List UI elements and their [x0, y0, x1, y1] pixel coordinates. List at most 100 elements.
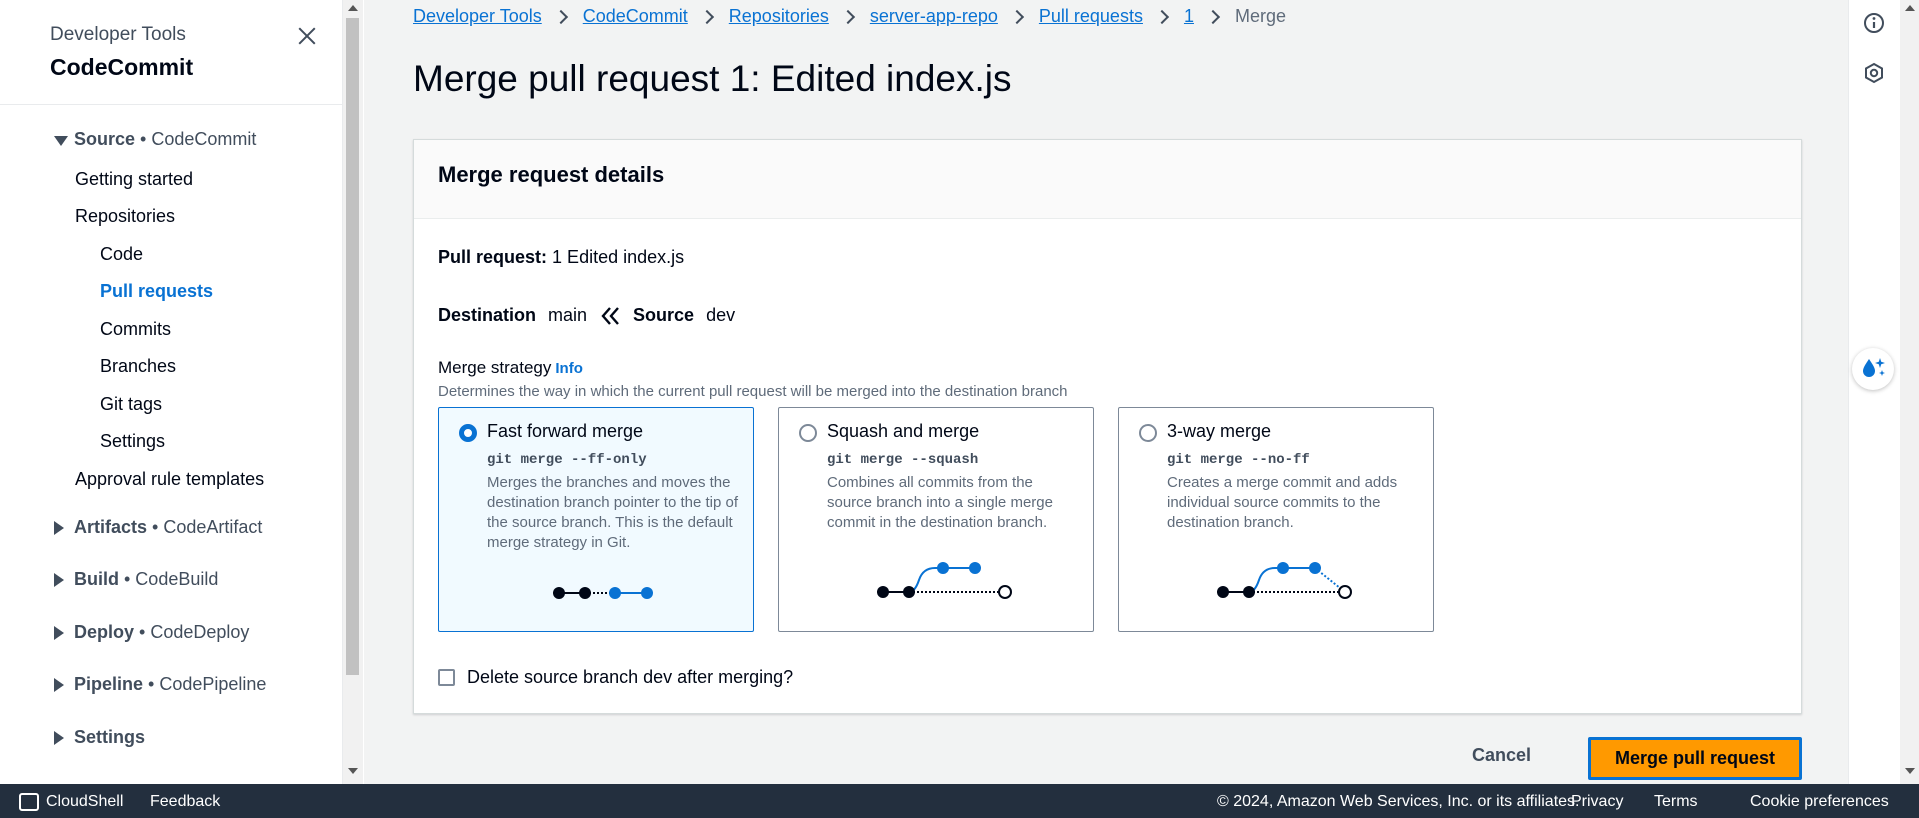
- merge-strategy-text: Merge strategy: [438, 358, 552, 377]
- radio-3way[interactable]: [1139, 424, 1157, 442]
- caret-right-icon: [54, 678, 64, 692]
- cancel-button[interactable]: Cancel: [1472, 745, 1531, 766]
- merge-details-container: Merge request details Pull request: 1 Ed…: [413, 139, 1802, 714]
- sidebar-scrollbar[interactable]: [343, 0, 363, 784]
- nav-section-label: Source: [74, 129, 136, 149]
- breadcrumb-pull-request-1[interactable]: 1: [1184, 6, 1194, 27]
- sidebar-item-settings[interactable]: Settings: [100, 431, 165, 452]
- strategy-tile-fast-forward[interactable]: Fast forward merge git merge --ff-only M…: [438, 407, 754, 632]
- pull-request-row: Pull request: 1 Edited index.js: [438, 247, 684, 268]
- feedback-link[interactable]: Feedback: [150, 793, 220, 811]
- strategy-tile-squash[interactable]: Squash and merge git merge --squash Comb…: [778, 407, 1094, 632]
- strategy-label: Fast forward merge: [487, 421, 644, 441]
- nav-section-deploy[interactable]: Deploy • CodeDeploy: [54, 622, 249, 643]
- privacy-link[interactable]: Privacy: [1571, 793, 1623, 811]
- chevron-right-icon: [1154, 9, 1170, 24]
- sidebar-item-approval-rule-templates[interactable]: Approval rule templates: [75, 469, 264, 490]
- radio-fast-forward[interactable]: [459, 424, 477, 442]
- chevron-right-icon: [840, 9, 855, 24]
- caret-right-icon: [54, 731, 64, 745]
- sidebar-item-branches[interactable]: Branches: [100, 356, 176, 377]
- merge-strategy-description: Determines the way in which the current …: [438, 383, 1068, 400]
- breadcrumb-pull-requests[interactable]: Pull requests: [1039, 6, 1143, 27]
- info-link[interactable]: Info: [555, 360, 583, 377]
- nav-section-source[interactable]: Source • CodeCommit: [54, 129, 257, 150]
- pull-request-label: Pull request:: [438, 247, 548, 267]
- scroll-down-arrow-icon[interactable]: [348, 768, 358, 774]
- cloudshell-link[interactable]: CloudShell: [46, 793, 123, 811]
- caret-right-icon: [54, 521, 64, 535]
- pull-request-value: 1 Edited index.js: [552, 247, 685, 267]
- three-way-merge-diagram-icon: [1217, 562, 1352, 599]
- nav-section-suffix: • CodeBuild: [119, 569, 219, 589]
- nav-section-label: Pipeline: [74, 674, 144, 694]
- branch-row: Destination main Source dev: [438, 305, 735, 326]
- strategy-label: Squash and merge: [827, 421, 980, 441]
- strategy-description: Creates a merge commit and adds individu…: [1167, 474, 1398, 531]
- page-title: Merge pull request 1: Edited index.js: [413, 58, 1012, 99]
- sidebar-item-repositories[interactable]: Repositories: [75, 206, 175, 227]
- nav-section-pipeline[interactable]: Pipeline • CodePipeline: [54, 674, 267, 695]
- copyright-text: © 2024, Amazon Web Services, Inc. or its…: [1217, 793, 1580, 810]
- delete-branch-checkbox[interactable]: [438, 669, 455, 686]
- nav-section-label: Artifacts: [74, 517, 148, 537]
- sidebar-item-commits[interactable]: Commits: [100, 319, 171, 340]
- strategy-command: git merge --ff-only: [487, 452, 647, 468]
- nav-section-suffix: • CodePipeline: [143, 674, 267, 694]
- strategy-label: 3-way merge: [1167, 421, 1272, 441]
- nav-section-label: Settings: [74, 727, 146, 747]
- breadcrumb-codecommit[interactable]: CodeCommit: [583, 6, 688, 27]
- destination-value: main: [548, 305, 588, 325]
- console-footer: CloudShell Feedback © 2024, Amazon Web S…: [0, 784, 1919, 818]
- close-icon[interactable]: [295, 24, 319, 48]
- chevron-right-icon: [553, 9, 568, 24]
- merge-strategy-label: Merge strategy Info: [438, 358, 583, 378]
- right-utility-rail: [1848, 0, 1900, 784]
- caret-down-icon: [54, 136, 68, 146]
- fast-forward-diagram-icon: [553, 587, 653, 599]
- radio-squash[interactable]: [799, 424, 817, 442]
- cloudshell-icon[interactable]: [19, 793, 39, 811]
- info-icon[interactable]: [1863, 12, 1885, 34]
- scrollbar-thumb[interactable]: [346, 18, 359, 675]
- strategy-command: git merge --no-ff: [1167, 452, 1310, 468]
- breadcrumb-current: Merge: [1234, 6, 1286, 26]
- side-navigation: Developer Tools CodeCommit Source • Code…: [0, 0, 343, 784]
- strategy-tile-3way[interactable]: 3-way merge git merge --no-ff Creates a …: [1118, 407, 1434, 632]
- tutorial-icon[interactable]: [1863, 62, 1885, 84]
- nav-section-suffix: • CodeCommit: [135, 129, 257, 149]
- breadcrumb: Developer Tools CodeCommit Repositories …: [413, 6, 1286, 27]
- strategy-description: Merges the branches and moves the destin…: [487, 474, 739, 551]
- delete-branch-label: Delete source branch dev after merging?: [467, 667, 794, 687]
- breadcrumb-repo[interactable]: server-app-repo: [870, 6, 998, 27]
- sidebar-title[interactable]: CodeCommit: [50, 54, 342, 81]
- terms-link[interactable]: Terms: [1654, 793, 1698, 811]
- delete-branch-checkbox-row[interactable]: Delete source branch dev after merging?: [438, 667, 793, 688]
- scroll-down-arrow-icon[interactable]: [1905, 768, 1915, 774]
- nav-section-label: Build: [74, 569, 119, 589]
- nav-section-build[interactable]: Build • CodeBuild: [54, 569, 219, 590]
- chevron-right-icon: [1205, 9, 1221, 24]
- nav-section-settings[interactable]: Settings: [54, 727, 146, 748]
- nav-section-artifacts[interactable]: Artifacts • CodeArtifact: [54, 517, 263, 538]
- page-scrollbar[interactable]: [1900, 0, 1919, 784]
- chevron-right-icon: [1009, 9, 1024, 24]
- strategy-description: Combines all commits from the source bra…: [827, 474, 1053, 531]
- main-content: Developer Tools CodeCommit Repositories …: [364, 0, 1848, 784]
- sidebar-item-pull-requests[interactable]: Pull requests: [100, 281, 213, 302]
- sidebar-item-code[interactable]: Code: [100, 244, 143, 265]
- merge-pull-request-button[interactable]: Merge pull request: [1588, 737, 1802, 780]
- caret-right-icon: [54, 626, 64, 640]
- ai-assistant-button[interactable]: [1852, 348, 1894, 390]
- nav-section-suffix: • CodeArtifact: [147, 517, 263, 537]
- breadcrumb-developer-tools[interactable]: Developer Tools: [413, 6, 542, 27]
- scroll-up-arrow-icon[interactable]: [1905, 5, 1915, 11]
- scroll-up-arrow-icon[interactable]: [348, 5, 358, 11]
- sidebar-item-git-tags[interactable]: Git tags: [100, 394, 162, 415]
- sidebar-item-getting-started[interactable]: Getting started: [75, 169, 193, 190]
- sparkle-drop-icon: [1863, 358, 1885, 377]
- breadcrumb-repositories[interactable]: Repositories: [729, 6, 829, 27]
- cookie-preferences-link[interactable]: Cookie preferences: [1750, 793, 1889, 811]
- container-header: Merge request details: [414, 140, 1801, 219]
- destination-label: Destination: [438, 305, 537, 325]
